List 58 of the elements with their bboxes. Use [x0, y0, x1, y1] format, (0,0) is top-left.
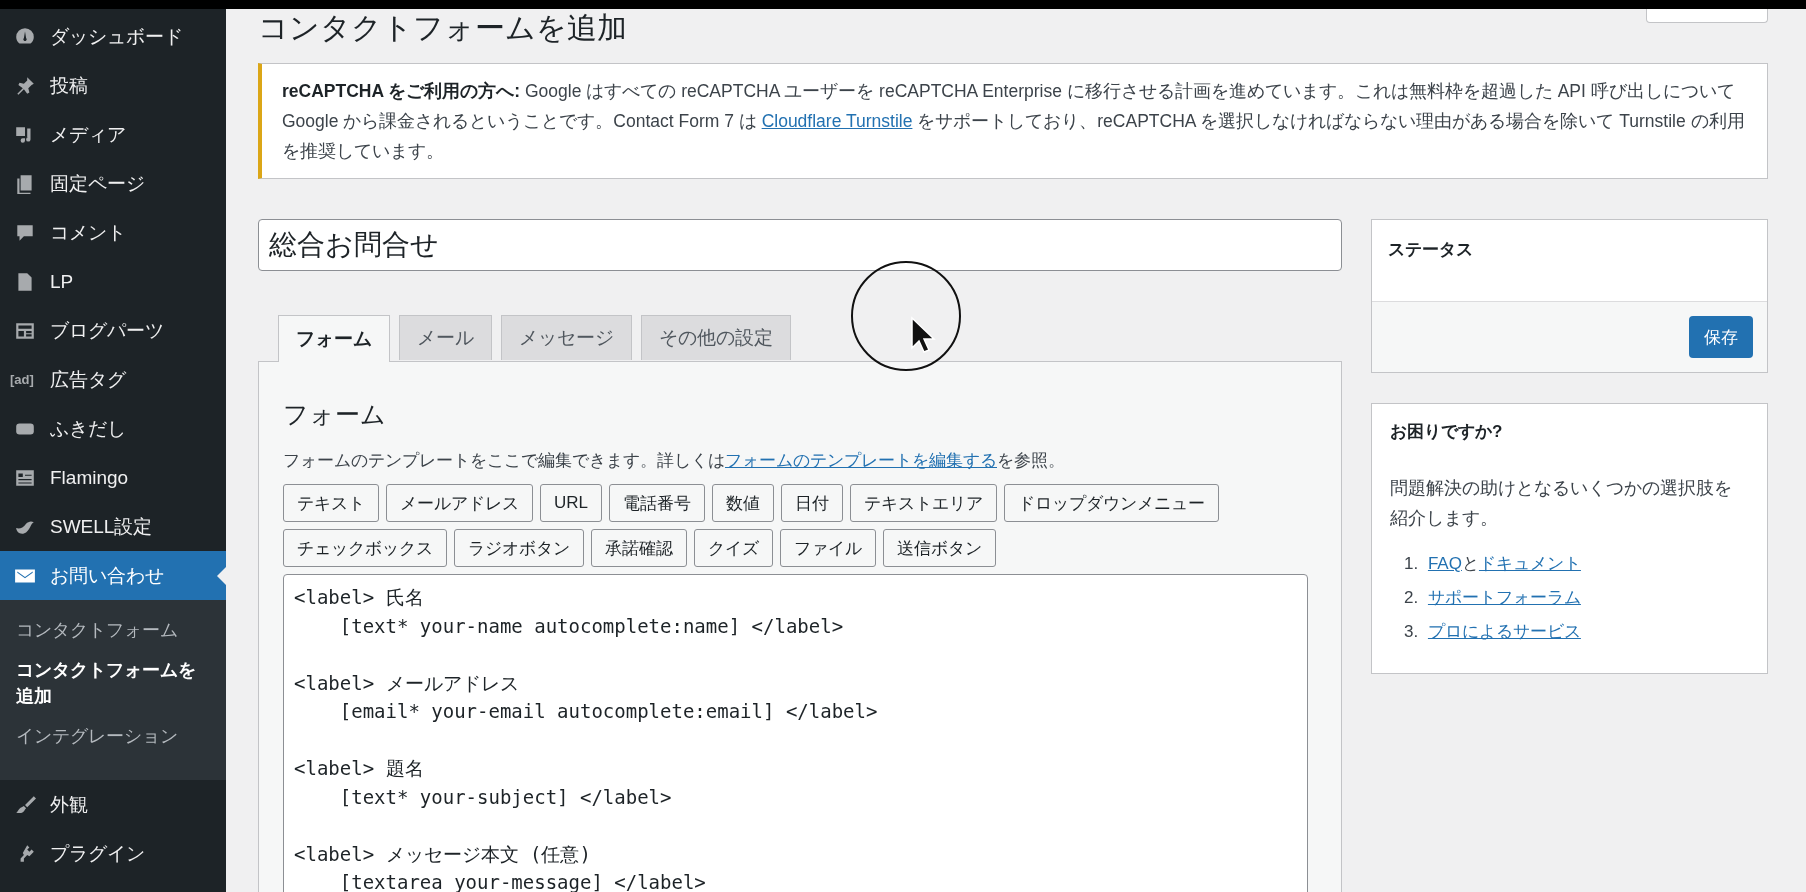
tag-button[interactable]: 数値 — [712, 484, 774, 522]
save-button[interactable]: 保存 — [1689, 316, 1753, 358]
title-field[interactable]: 総合お問合せ — [258, 219, 1342, 271]
list-number: 1. — [1404, 554, 1419, 573]
list-number: 3. — [1404, 622, 1419, 641]
tag-button[interactable]: ファイル — [780, 529, 876, 567]
tab[interactable]: その他の設定 — [641, 315, 791, 360]
sidebar-item[interactable]: SWELL設定 — [0, 502, 226, 551]
top-button[interactable] — [1646, 9, 1768, 23]
sidebar-item[interactable]: 投稿 — [0, 61, 226, 110]
tag-button[interactable]: チェックボックス — [283, 529, 447, 567]
sidebar-item[interactable]: メディア — [0, 110, 226, 159]
submenu-item[interactable]: コンタクトフォームを追加 — [0, 650, 226, 717]
sidebar-item[interactable]: [ad] 広告タグ — [0, 355, 226, 404]
sidebar-item[interactable]: プラグイン — [0, 829, 226, 879]
tag-button[interactable]: 送信ボタン — [883, 529, 996, 567]
help-link[interactable]: サポートフォーラム — [1427, 588, 1581, 607]
ad-icon: [ad] — [10, 372, 32, 387]
status-title: ステータス — [1388, 239, 1474, 261]
panel-heading: フォーム — [283, 399, 387, 430]
panel-description: フォームのテンプレートをここで編集できます。詳しくはフォームのテンプレートを編集する を参照。 — [283, 450, 1066, 472]
tag-button[interactable]: URL — [540, 484, 602, 522]
sidebar-item[interactable]: Flamingo — [0, 453, 226, 502]
tag-button[interactable]: テキストエリア — [850, 484, 997, 522]
submenu-item[interactable]: コンタクトフォーム — [0, 610, 226, 651]
sidebar-item[interactable]: お問い合わせ — [0, 551, 226, 600]
help-link[interactable]: ドキュメント — [1478, 554, 1581, 573]
turnstile-link[interactable]: Cloudflare Turnstile — [761, 111, 913, 131]
page-title: コンタクトフォームを追加 — [258, 11, 627, 45]
sidebar-item[interactable]: ブログパーツ — [0, 306, 226, 355]
sidebar-item[interactable]: ダッシュボード — [0, 12, 226, 61]
tag-button[interactable]: 日付 — [781, 484, 843, 522]
tag-button[interactable]: ドロップダウンメニュー — [1004, 484, 1219, 522]
help-text: と — [1461, 554, 1479, 573]
tag-button[interactable]: 承諾確認 — [591, 529, 687, 567]
sidebar-item[interactable]: 固定ページ — [0, 159, 226, 208]
tab[interactable]: フォーム — [278, 315, 390, 362]
tag-button[interactable]: メールアドレス — [386, 484, 533, 522]
sidebar-item[interactable]: 外観 — [0, 780, 226, 830]
help-title: お困りですか? — [1390, 421, 1504, 443]
sidebar-item[interactable]: ふきだし — [0, 404, 226, 453]
sidebar-item[interactable]: コメント — [0, 208, 226, 257]
tab[interactable]: メール — [399, 315, 492, 360]
help-link[interactable]: プロによるサービス — [1427, 622, 1581, 641]
notice-text: reCAPTCHA をご利用の方へ: Google はすべての reCAPTCHA ユーザーを reCAPTCHA Enterprise に移行させる計画を進めています。これは無料枠を超過した API 呼び出しについて Google から課金されるということです。Contact Form 7 は Cloudflare Turnstile をサポートしており、reCAPTCHA を選択しなければならない理由がある場合を除いて Turnstile の利用を推奨しています。 — [258, 63, 1768, 179]
tag-button[interactable]: 電話番号 — [609, 484, 705, 522]
tag-button[interactable]: クイズ — [694, 529, 773, 567]
sidebar-item[interactable]: LP — [0, 257, 226, 306]
help-link[interactable]: FAQ — [1427, 554, 1462, 573]
tab[interactable]: メッセージ — [501, 315, 632, 360]
submenu-item[interactable]: インテグレーション — [0, 716, 226, 757]
brush-icon — [14, 793, 36, 816]
tag-button[interactable]: テキスト — [283, 484, 379, 522]
tag-button[interactable]: ラジオボタン — [454, 529, 584, 567]
pin-icon — [14, 74, 36, 97]
help-description: 問題解決の助けとなるいくつかの選択肢を紹介します。 — [1390, 477, 1733, 530]
list-number: 2. — [1404, 588, 1419, 607]
template-link[interactable]: フォームのテンプレートを編集する — [725, 451, 997, 470]
